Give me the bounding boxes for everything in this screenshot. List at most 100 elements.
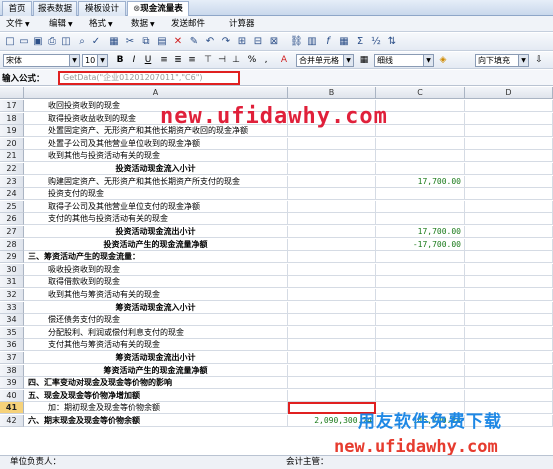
cell-d[interactable] — [465, 251, 553, 264]
paste-icon[interactable]: ▤ — [156, 36, 168, 48]
cell-d[interactable] — [465, 377, 553, 390]
cell-c[interactable] — [376, 389, 465, 402]
column-header-c[interactable]: C — [376, 87, 465, 99]
chart-icon[interactable]: ▥ — [306, 36, 318, 48]
cell-a[interactable]: 收到其他与筹资活动有关的现金 — [24, 289, 288, 301]
print-icon[interactable]: ⎙ — [46, 36, 58, 48]
cell-d[interactable] — [465, 389, 553, 402]
cell-a[interactable]: 分配股利、利润或偿付利息支付的现金 — [24, 326, 288, 339]
cell-c[interactable] — [376, 301, 465, 314]
cell-d[interactable] — [465, 263, 553, 276]
cell-a[interactable]: 六、期末现金及现金等价物余额 — [24, 415, 288, 427]
cell-b[interactable] — [288, 251, 376, 264]
cell-c[interactable]: 17,700.00 — [376, 175, 465, 188]
cell-b[interactable] — [288, 175, 376, 188]
tab-home[interactable]: 首页 — [2, 1, 32, 16]
fill-down-icon[interactable]: ⇩ — [533, 55, 545, 66]
italic-icon[interactable]: I — [128, 55, 140, 66]
cell-c[interactable] — [376, 314, 465, 327]
cell-a[interactable]: 购建固定资产、无形资产和其他长期资产所支付的现金 — [24, 175, 288, 188]
row-header[interactable]: 36 — [0, 339, 24, 352]
search-icon[interactable]: ⌕ — [76, 36, 88, 48]
cell-a[interactable]: 四、汇率变动对现金及现金等价物的影响 — [24, 377, 288, 390]
cell-d[interactable] — [465, 112, 553, 125]
valign-top-icon[interactable]: ⊤ — [202, 55, 214, 66]
cell-a[interactable]: 投资支付的现金 — [24, 188, 288, 201]
row-header[interactable]: 21 — [0, 150, 24, 163]
cell-b[interactable] — [288, 263, 376, 276]
menu-calculator[interactable]: 计算器 — [229, 17, 255, 31]
row-header[interactable]: 39 — [0, 377, 24, 390]
spreadsheet-grid[interactable]: A B C D 17 收回投资收到的现金 18 取得投资收益收到的现金 19 处置固定资产… — [0, 87, 553, 459]
cell-b[interactable] — [288, 163, 376, 175]
cell-d[interactable] — [465, 339, 553, 352]
row-header[interactable]: 23 — [0, 175, 24, 188]
cell-c[interactable] — [376, 125, 465, 138]
row-header[interactable]: 18 — [0, 112, 24, 125]
cell-b[interactable] — [288, 276, 376, 289]
cell-a[interactable]: 筹资活动现金流入小计 — [24, 301, 288, 314]
cell-d[interactable] — [465, 137, 553, 150]
cell-a[interactable]: 投资活动现金流出小计 — [24, 226, 288, 238]
new-icon[interactable]: □ — [4, 36, 16, 48]
cell-a[interactable]: 处置子公司及其他营业单位收到的现金净额 — [24, 137, 288, 150]
cell-c[interactable] — [376, 339, 465, 352]
row-header[interactable]: 33 — [0, 301, 24, 314]
cell-d[interactable] — [465, 125, 553, 138]
row-header[interactable]: 24 — [0, 188, 24, 201]
row-header[interactable]: 37 — [0, 352, 24, 364]
row-header[interactable]: 25 — [0, 200, 24, 213]
row-header[interactable]: 26 — [0, 213, 24, 226]
sum-icon[interactable]: Σ — [354, 36, 366, 48]
cell-c[interactable] — [376, 364, 465, 377]
cell-c[interactable] — [376, 377, 465, 390]
cell-b[interactable] — [288, 289, 376, 301]
menu-data[interactable]: 数据 ▼ — [131, 17, 155, 31]
cell-b[interactable] — [288, 213, 376, 226]
cell-c[interactable] — [376, 276, 465, 289]
print-preview-icon[interactable]: ◫ — [60, 36, 72, 48]
column-header-d[interactable]: D — [465, 87, 553, 99]
row-header[interactable]: 42 — [0, 415, 24, 427]
link-icon[interactable]: ⛓ — [290, 36, 303, 48]
cell-d[interactable] — [465, 150, 553, 163]
cell-c[interactable] — [376, 352, 465, 364]
insert-col-icon[interactable]: ⊟ — [252, 36, 264, 48]
cell-d[interactable] — [465, 276, 553, 289]
format-painter-icon[interactable]: ✎ — [188, 36, 200, 48]
cell-a[interactable]: 支付其他与筹资活动有关的现金 — [24, 339, 288, 352]
cell-c[interactable] — [376, 188, 465, 201]
row-header[interactable]: 19 — [0, 125, 24, 138]
spell-icon[interactable]: ✓ — [90, 36, 102, 48]
cell-b[interactable] — [288, 238, 376, 251]
menu-format[interactable]: 格式 ▼ — [89, 17, 113, 31]
cell-c[interactable] — [376, 289, 465, 301]
cell-c[interactable] — [376, 200, 465, 213]
delete-row-icon[interactable]: ⊠ — [268, 36, 280, 48]
cell-b[interactable] — [288, 301, 376, 314]
tab-cash-flow[interactable]: ⊗现金流量表 — [127, 1, 189, 16]
grid-icon[interactable]: ▦ — [108, 36, 120, 48]
row-header[interactable]: 22 — [0, 163, 24, 175]
row-header[interactable]: 28 — [0, 238, 24, 251]
cell-d[interactable] — [465, 163, 553, 175]
font-select[interactable]: 宋体 ▼ — [3, 54, 80, 67]
cell-b[interactable] — [288, 137, 376, 150]
cell-b[interactable] — [288, 314, 376, 327]
cell-a[interactable]: 筹资活动现金流出小计 — [24, 352, 288, 364]
underline-icon[interactable]: U — [142, 55, 154, 66]
redo-icon[interactable]: ↷ — [220, 36, 232, 48]
cell-b[interactable] — [288, 200, 376, 213]
cell-b[interactable] — [288, 339, 376, 352]
valign-bottom-icon[interactable]: ⊥ — [230, 55, 242, 66]
cell-c[interactable]: 17,700.00 — [376, 226, 465, 238]
tab-report-data[interactable]: 报表数据 — [33, 1, 77, 16]
row-header[interactable]: 17 — [0, 100, 24, 112]
cell-c[interactable] — [376, 213, 465, 226]
cell-a[interactable]: 投资活动产生的现金流量净额 — [24, 238, 288, 251]
formula-input[interactable]: GetData("企业01201207011","C6") — [58, 71, 240, 85]
row-header[interactable]: 40 — [0, 389, 24, 402]
cell-d[interactable] — [465, 213, 553, 226]
row-header[interactable]: 20 — [0, 137, 24, 150]
row-header[interactable]: 38 — [0, 364, 24, 377]
